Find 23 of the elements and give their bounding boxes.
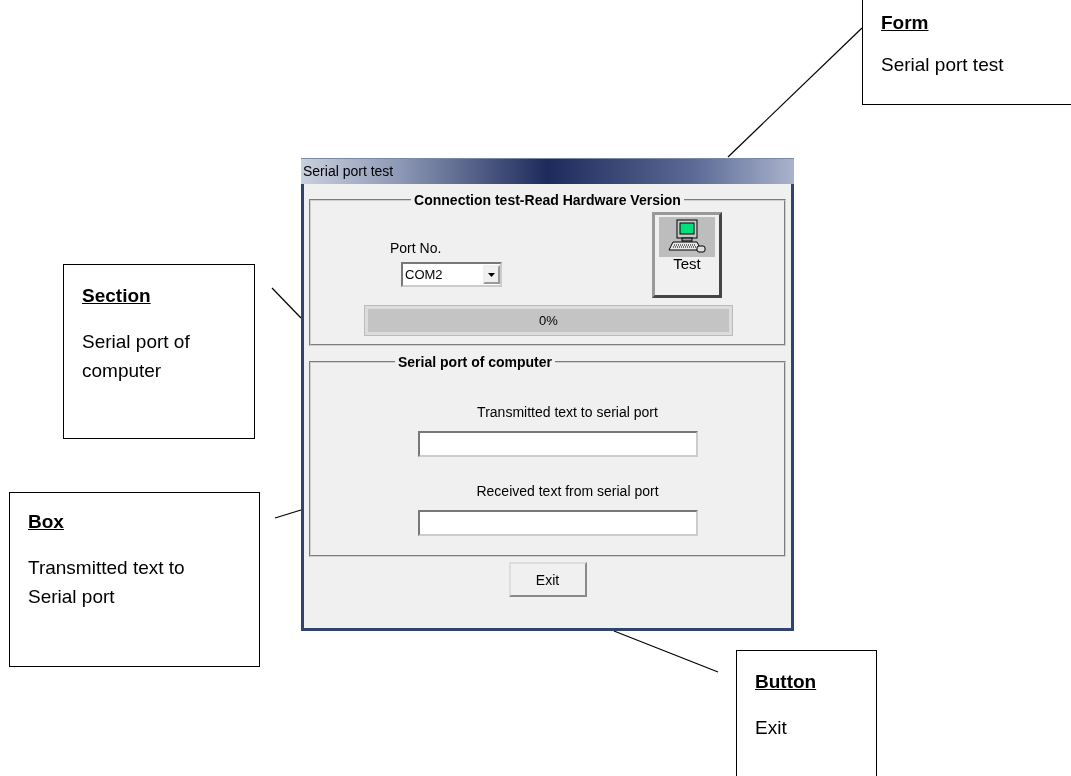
transmitted-text-field[interactable] — [417, 431, 698, 457]
callout-text: Exit — [755, 716, 788, 740]
group-title: Connection test-Read Hardware Version — [413, 192, 682, 208]
field-label: Transmitted text to serial port — [477, 404, 658, 420]
callout-heading: Form — [881, 12, 929, 34]
port-dropdown[interactable]: COM2 — [401, 262, 502, 287]
field-label: Received text from serial port — [476, 483, 659, 499]
progress-reading: 0% — [538, 313, 559, 328]
callout-heading: Button — [755, 671, 817, 693]
leader-line — [274, 509, 302, 519]
callout-text: Transmitted text to Serial port — [28, 556, 186, 610]
group-title: Serial port of computer — [397, 354, 554, 370]
received-text-field[interactable] — [417, 510, 698, 536]
callout-heading: Section — [82, 285, 151, 307]
computer-icon — [659, 217, 715, 257]
exit-button[interactable]: Exit — [508, 562, 587, 597]
callout-heading: Box — [28, 511, 64, 533]
window-title: Serial port test — [301, 158, 794, 184]
leader-line — [271, 287, 302, 319]
test-button[interactable]: Test — [652, 212, 722, 298]
field-label: Port No. — [390, 240, 442, 256]
callout-text: Serial port test — [881, 53, 1005, 77]
callout-text: Serial port of computer — [82, 330, 191, 384]
